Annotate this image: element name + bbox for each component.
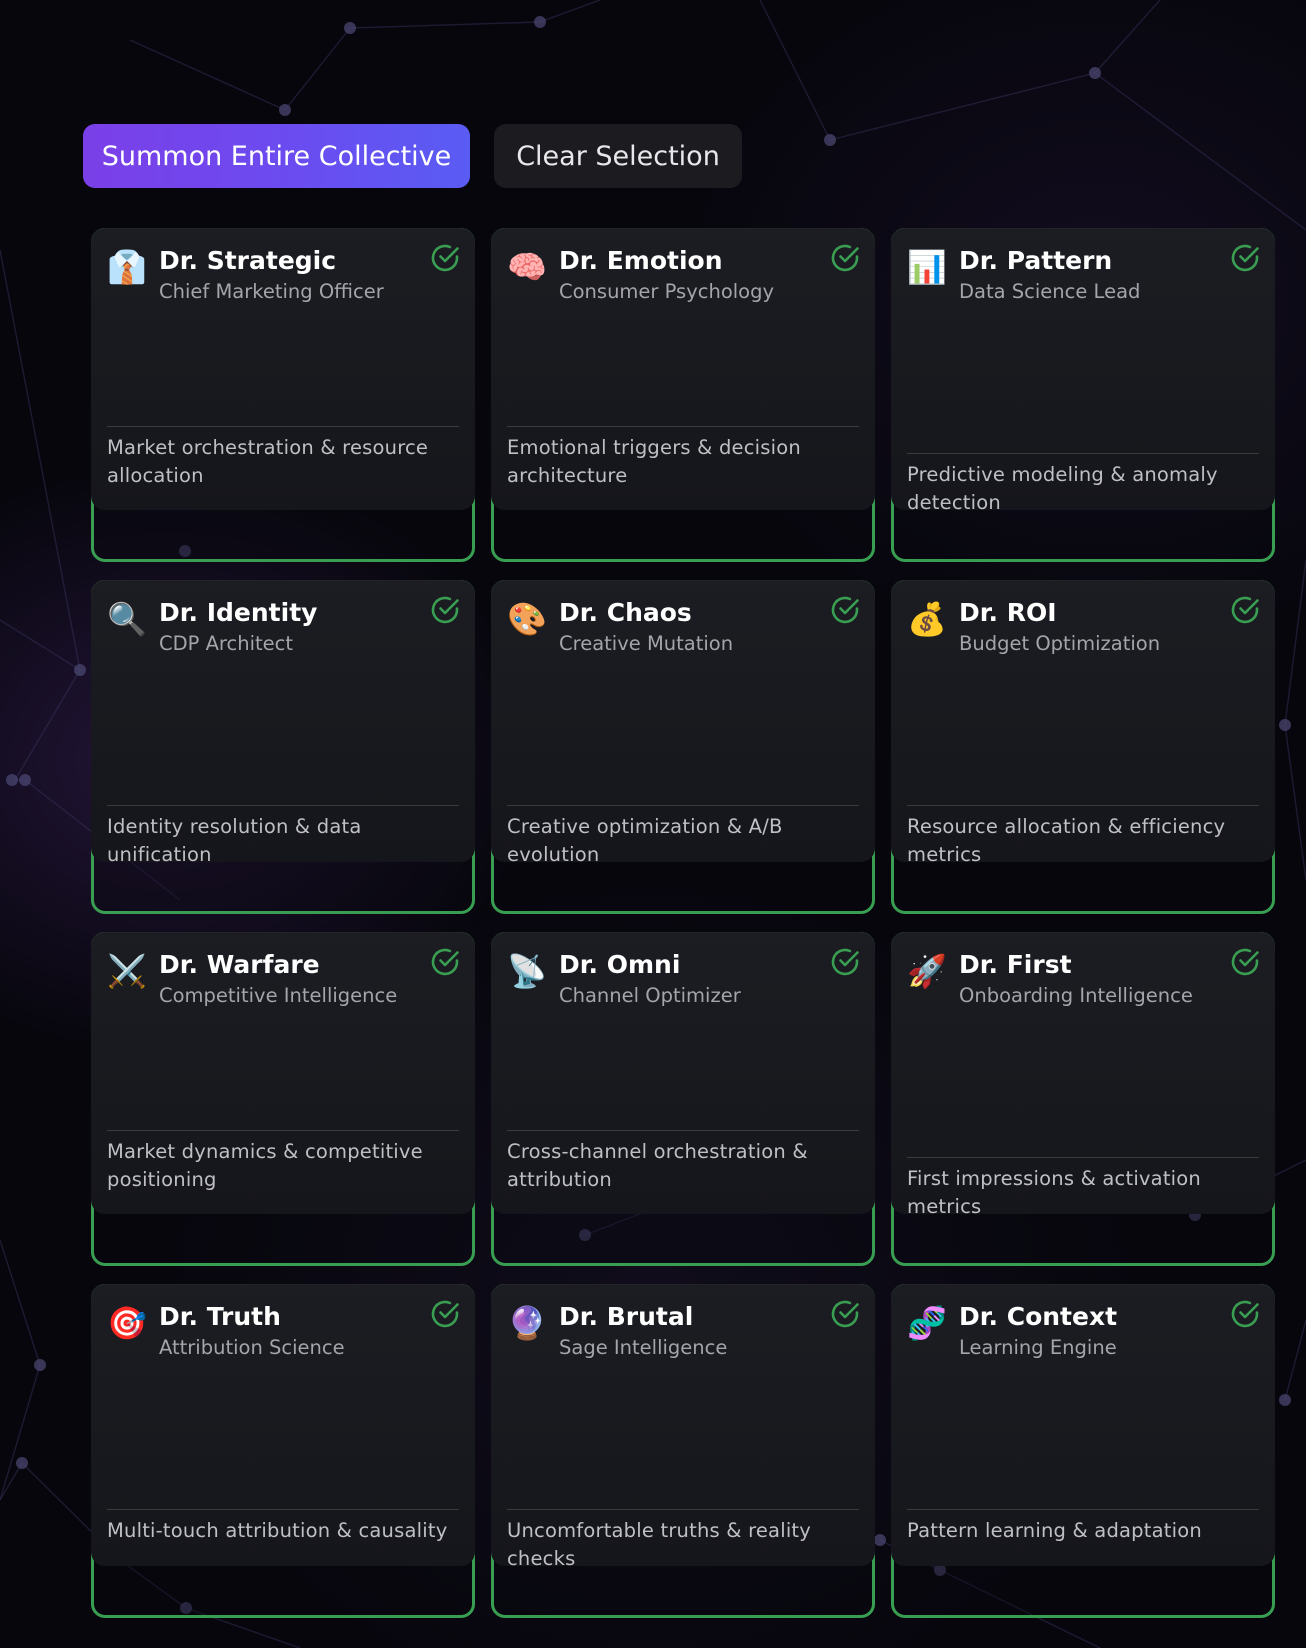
agent-card-body: 🧠 Dr. Emotion Consumer Psychology Emotional… [491, 228, 875, 510]
agent-card[interactable]: 👔 Dr. Strategic Chief Marketing Officer Mar… [91, 228, 475, 562]
selected-check-icon[interactable] [429, 946, 461, 978]
agent-card[interactable]: ⚔️ Dr. Warfare Competitive Intelligence Mar… [91, 932, 475, 1266]
agent-name: Dr. Strategic [159, 246, 337, 275]
rocket-icon: 🚀 [907, 952, 947, 990]
agent-role: Attribution Science [159, 1336, 345, 1359]
agent-card[interactable]: 🔮 Dr. Brutal Sage Intelligence Uncomfortabl… [491, 1284, 875, 1618]
agent-description: Market orchestration & resource allocati… [107, 436, 429, 487]
agent-card[interactable]: 📡 Dr. Omni Channel Optimizer Cross-channel … [491, 932, 875, 1266]
agent-card-body: 💰 Dr. ROI Budget Optimization Resource allo… [891, 580, 1275, 866]
selected-check-icon[interactable] [429, 594, 461, 626]
agent-role: Channel Optimizer [559, 984, 741, 1007]
agent-card[interactable]: 🎨 Dr. Chaos Creative Mutation Creative opti… [491, 580, 875, 914]
agent-card-body: 🎨 Dr. Chaos Creative Mutation Creative opti… [491, 580, 875, 866]
agent-name: Dr. Pattern [959, 246, 1113, 275]
agent-card-body: 🧬 Dr. Context Learning Engine Pattern learn… [891, 1284, 1275, 1566]
necktie-icon: 👔 [107, 248, 147, 286]
palette-icon: 🎨 [507, 600, 547, 638]
agent-card[interactable]: 🎯 Dr. Truth Attribution Science Multi-touch… [91, 1284, 475, 1618]
target-icon: 🎯 [107, 1304, 147, 1342]
agent-card[interactable]: 🧠 Dr. Emotion Consumer Psychology Emotional… [491, 228, 875, 562]
agent-role: Creative Mutation [559, 632, 734, 655]
agent-role: Sage Intelligence [559, 1336, 728, 1359]
selected-check-icon[interactable] [829, 1298, 861, 1330]
agent-name: Dr. Identity [159, 598, 318, 627]
brain-icon: 🧠 [507, 248, 547, 286]
card-divider [107, 1130, 459, 1131]
agent-description: Pattern learning & adaptation [907, 1519, 1202, 1542]
agent-role: Onboarding Intelligence [959, 984, 1193, 1007]
card-divider [507, 426, 859, 427]
card-divider [907, 453, 1259, 454]
card-divider [107, 805, 459, 806]
card-divider [107, 1509, 459, 1510]
agent-description: Identity resolution & data unification [107, 815, 362, 866]
agent-role: Data Science Lead [959, 280, 1141, 303]
agent-name: Dr. Omni [559, 950, 681, 979]
agent-name: Dr. Brutal [559, 1302, 694, 1331]
agent-card-body: 🚀 Dr. First Onboarding Intelligence First i… [891, 932, 1275, 1218]
card-divider [907, 1157, 1259, 1158]
agent-card[interactable]: 📊 Dr. Pattern Data Science Lead Predictive … [891, 228, 1275, 562]
selected-check-icon[interactable] [429, 1298, 461, 1330]
agent-name: Dr. Emotion [559, 246, 723, 275]
selected-check-icon[interactable] [1229, 946, 1261, 978]
agent-name: Dr. Context [959, 1302, 1118, 1331]
bar-chart-icon: 📊 [907, 248, 947, 286]
card-divider [907, 1509, 1259, 1510]
agent-card-body: ⚔️ Dr. Warfare Competitive Intelligence Mar… [91, 932, 475, 1214]
dna-icon: 🧬 [907, 1304, 947, 1342]
agent-description: Emotional triggers & decision architectu… [507, 436, 801, 487]
agent-description: Uncomfortable truths & reality checks [507, 1519, 812, 1570]
agent-name: Dr. Chaos [559, 598, 692, 627]
agent-card-body: 👔 Dr. Strategic Chief Marketing Officer Mar… [91, 228, 475, 510]
selected-check-icon[interactable] [429, 242, 461, 274]
agent-card-body: 🔍 Dr. Identity CDP Architect Identity resol… [91, 580, 475, 866]
agent-role: Chief Marketing Officer [159, 280, 384, 303]
crystal-ball-icon: 🔮 [507, 1304, 547, 1342]
agent-description: Cross-channel orchestration & attributio… [507, 1140, 808, 1191]
agent-name: Dr. Truth [159, 1302, 281, 1331]
agent-role: CDP Architect [159, 632, 294, 655]
agent-card-body: 📊 Dr. Pattern Data Science Lead Predictive … [891, 228, 1275, 514]
agent-card-body: 📡 Dr. Omni Channel Optimizer Cross-channel … [491, 932, 875, 1214]
agent-name: Dr. Warfare [159, 950, 320, 979]
selected-check-icon[interactable] [829, 946, 861, 978]
agent-role: Consumer Psychology [559, 280, 775, 303]
agent-description: Predictive modeling & anomaly detection [907, 463, 1218, 514]
agent-description: Creative optimization & A/B evolution [507, 815, 783, 866]
agent-role: Learning Engine [959, 1336, 1117, 1359]
agent-description: Market dynamics & competitive positionin… [107, 1140, 423, 1191]
agent-description: Multi-touch attribution & causality [107, 1519, 448, 1542]
card-divider [907, 805, 1259, 806]
card-divider [507, 805, 859, 806]
card-divider [507, 1130, 859, 1131]
agent-card[interactable]: 🔍 Dr. Identity CDP Architect Identity resol… [91, 580, 475, 914]
money-bag-icon: 💰 [907, 600, 947, 638]
agent-description: Resource allocation & efficiency metrics [907, 815, 1226, 866]
agent-role: Budget Optimization [959, 632, 1161, 655]
crossed-swords-icon: ⚔️ [107, 952, 147, 990]
agent-selection-screen: Summon Entire Collective Clear Selection… [0, 0, 1306, 1648]
clear-selection-button[interactable]: Clear Selection [494, 124, 742, 188]
selected-check-icon[interactable] [829, 594, 861, 626]
agent-name: Dr. First [959, 950, 1072, 979]
agent-card[interactable]: 🧬 Dr. Context Learning Engine Pattern learn… [891, 1284, 1275, 1618]
satellite-dish-icon: 📡 [507, 952, 547, 990]
agent-card[interactable]: 💰 Dr. ROI Budget Optimization Resource allo… [891, 580, 1275, 914]
selected-check-icon[interactable] [1229, 242, 1261, 274]
summon-collective-button[interactable]: Summon Entire Collective [83, 124, 470, 188]
selected-check-icon[interactable] [829, 242, 861, 274]
agent-card-body: 🔮 Dr. Brutal Sage Intelligence Uncomfortabl… [491, 1284, 875, 1570]
card-divider [107, 426, 459, 427]
agent-name: Dr. ROI [959, 598, 1057, 627]
agent-card-body: 🎯 Dr. Truth Attribution Science Multi-touch… [91, 1284, 475, 1566]
agent-role: Competitive Intelligence [159, 984, 398, 1007]
selected-check-icon[interactable] [1229, 594, 1261, 626]
card-divider [507, 1509, 859, 1510]
selected-check-icon[interactable] [1229, 1298, 1261, 1330]
magnifying-glass-icon: 🔍 [107, 600, 147, 638]
agent-description: First impressions & activation metrics [907, 1167, 1201, 1218]
agent-card[interactable]: 🚀 Dr. First Onboarding Intelligence First i… [891, 932, 1275, 1266]
